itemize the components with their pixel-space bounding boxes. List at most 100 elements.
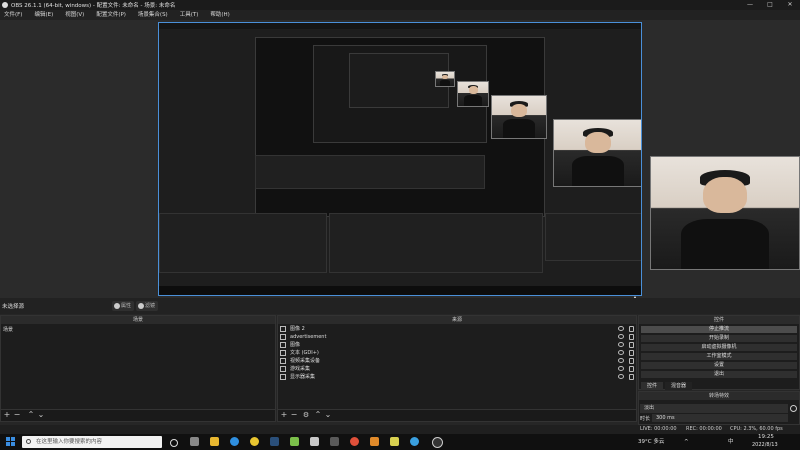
source-item[interactable]: 图像 (280, 341, 636, 349)
source-item[interactable]: 文本 (GDI+) (280, 349, 636, 357)
move-up-icon[interactable]: ⌃ (27, 411, 35, 419)
webcam-in-preview (553, 119, 641, 187)
lock-icon[interactable] (629, 342, 634, 348)
sources-panel: 来源 图像 2 advertisement 图像 文本 (GDI+) 视频采集设… (277, 315, 637, 422)
app-icon[interactable] (290, 437, 299, 446)
move-up-icon[interactable]: ⌃ (314, 411, 322, 419)
start-recording-button[interactable]: 开始录制 (641, 335, 797, 342)
source-item[interactable]: 图像 2 (280, 325, 636, 333)
transition-select[interactable]: 淡出 (640, 404, 788, 413)
menu-tools[interactable]: 工具(T) (180, 10, 199, 20)
lock-icon[interactable] (629, 366, 634, 372)
tab-mixer[interactable]: 混音器 (665, 382, 693, 390)
game-icon (280, 366, 286, 372)
clock-time[interactable]: 19:25 (758, 434, 774, 440)
live-status: LIVE: 00:00:00 (640, 426, 677, 432)
menu-scene-collection[interactable]: 场景集合(S) (138, 10, 168, 20)
menu-profile[interactable]: 配置文件(P) (96, 10, 126, 20)
remove-scene-button[interactable]: − (13, 411, 21, 419)
source-item[interactable]: advertisement (280, 333, 636, 341)
nested-webcam-3 (435, 71, 455, 87)
maximize-button[interactable]: □ (760, 0, 780, 10)
task-view-icon[interactable] (170, 439, 178, 447)
filter-icon (138, 303, 144, 309)
close-button[interactable]: ✕ (780, 0, 800, 10)
nested-controls-dock (545, 213, 641, 261)
app-icon[interactable] (350, 437, 359, 446)
obs-taskbar-icon[interactable] (432, 437, 443, 448)
windows-start-icon[interactable] (6, 437, 15, 446)
nested-docks (255, 155, 485, 189)
search-icon (26, 439, 31, 444)
exit-button[interactable]: 退出 (641, 371, 797, 378)
menu-file[interactable]: 文件(F) (4, 10, 22, 20)
app-icon[interactable] (330, 437, 339, 446)
source-item[interactable]: 游戏采集 (280, 365, 636, 373)
duration-input[interactable]: 300 ms (652, 414, 788, 422)
tab-controls[interactable]: 控件 (641, 382, 664, 390)
app-icon[interactable] (410, 437, 419, 446)
source-item[interactable]: 视频采集设备 (280, 357, 636, 365)
text-icon (280, 350, 286, 356)
eye-icon[interactable] (618, 358, 624, 363)
app-icon[interactable] (370, 437, 379, 446)
chrome-icon[interactable] (250, 437, 259, 446)
scene-item[interactable]: 场景 (3, 326, 13, 333)
stop-streaming-button[interactable]: 停止推流 (641, 326, 797, 333)
lock-icon[interactable] (629, 334, 634, 340)
status-bar (0, 425, 800, 434)
clock-date[interactable]: 2022/8/13 (752, 442, 778, 448)
preview-canvas[interactable] (158, 22, 642, 296)
scenes-header: 场景 (1, 316, 275, 324)
menu-view[interactable]: 视图(V) (65, 10, 84, 20)
add-source-button[interactable]: + (280, 411, 288, 419)
eye-icon[interactable] (618, 366, 624, 371)
no-source-label: 未选择源 (2, 304, 25, 310)
transitions-header: 转场特效 (639, 392, 799, 400)
eye-icon[interactable] (618, 326, 624, 331)
chevron-up-icon[interactable]: ^ (684, 436, 689, 448)
eye-icon[interactable] (618, 342, 624, 347)
nested-titlebar (159, 23, 641, 29)
sources-header: 来源 (278, 316, 636, 324)
cpu-status: CPU: 2.3%, 60.00 fps (730, 426, 783, 432)
image-icon (280, 342, 286, 348)
gear-icon[interactable] (790, 405, 797, 412)
nested-webcam-2 (457, 81, 489, 107)
app-icon[interactable] (390, 437, 399, 446)
move-down-icon[interactable]: ⌄ (324, 411, 332, 419)
image-icon (280, 326, 286, 332)
virtual-camera-button[interactable]: 启动虚拟摄像机 (641, 344, 797, 351)
nested-preview-3 (349, 53, 449, 108)
app-icon[interactable] (310, 437, 319, 446)
add-scene-button[interactable]: + (3, 411, 11, 419)
eye-icon[interactable] (618, 350, 624, 355)
app-icon[interactable] (190, 437, 199, 446)
menu-help[interactable]: 帮助(H) (210, 10, 229, 20)
nested-sources-dock (329, 213, 543, 273)
lock-icon[interactable] (629, 350, 634, 356)
duration-label: 时长 (640, 416, 651, 422)
nested-webcam (491, 95, 547, 139)
file-explorer-icon[interactable] (210, 437, 219, 446)
move-down-icon[interactable]: ⌄ (37, 411, 45, 419)
studio-mode-button[interactable]: 工作室模式 (641, 353, 797, 360)
lock-icon[interactable] (629, 326, 634, 332)
edge-icon[interactable] (230, 437, 239, 446)
minimize-button[interactable]: — (740, 0, 760, 10)
eye-icon[interactable] (618, 374, 624, 379)
steam-icon[interactable] (270, 437, 279, 446)
remove-source-button[interactable]: − (290, 411, 298, 419)
gear-icon[interactable]: ⚙ (302, 411, 310, 419)
weather-indicator[interactable]: 39°C 多云 (638, 436, 664, 448)
menu-edit[interactable]: 编辑(E) (34, 10, 53, 20)
language-indicator[interactable]: 中 (728, 436, 734, 448)
source-item[interactable]: 显示器采集 (280, 373, 636, 381)
filters-button[interactable]: 滤镜 (136, 301, 158, 311)
lock-icon[interactable] (629, 358, 634, 364)
lock-icon[interactable] (629, 374, 634, 380)
settings-button[interactable]: 设置 (641, 362, 797, 369)
controls-panel: 控件 停止推流 开始录制 启动虚拟摄像机 工作室模式 设置 退出 控件 混音器 (638, 315, 800, 390)
eye-icon[interactable] (618, 334, 624, 339)
properties-button[interactable]: 属性 (112, 301, 134, 311)
